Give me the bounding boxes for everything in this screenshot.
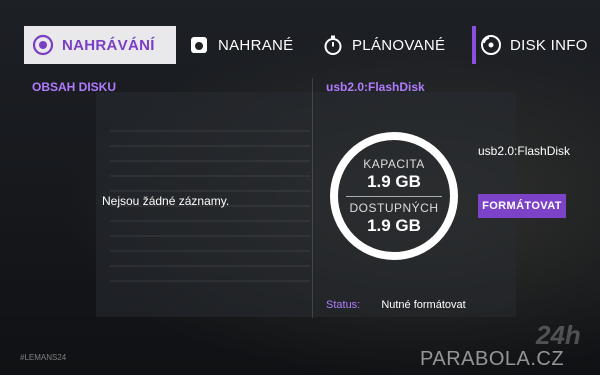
tab-disk-info-label: DISK INFO	[510, 36, 588, 54]
disk-icon	[480, 34, 502, 56]
status-label: Status:	[326, 299, 361, 311]
status-row: Status: Nutné formátovat	[326, 299, 466, 311]
le-mans-logo: 24h	[536, 320, 581, 350]
broadcast-hashtag: #LEMANS24	[20, 353, 67, 362]
stopwatch-icon	[322, 34, 344, 56]
capacity-value: 1.9 GB	[367, 171, 421, 191]
tab-scheduled[interactable]: PLÁNOVANÉ	[322, 26, 462, 64]
format-button[interactable]: FORMÁTOVAT	[478, 194, 566, 218]
tab-recorded-label: NAHRANÉ	[218, 36, 294, 54]
disk-name: usb2.0:FlashDisk	[478, 144, 571, 158]
disk-device-title: usb2.0:FlashDisk	[326, 80, 425, 94]
panel-divider	[312, 78, 313, 318]
tab-divider	[472, 26, 476, 64]
tab-bar: NAHRÁVÁNÍ NAHRANÉ PLÁNOVANÉ DISK INFO	[24, 26, 587, 64]
tab-scheduled-label: PLÁNOVANÉ	[352, 36, 446, 54]
record-icon	[32, 34, 54, 56]
capacity-label: KAPACITA	[363, 156, 425, 171]
tab-recording-label: NAHRÁVÁNÍ	[62, 36, 155, 54]
tab-disk-info[interactable]: DISK INFO	[480, 26, 590, 64]
background-classification-lines	[110, 130, 310, 290]
available-label: DOSTUPNÝCH	[349, 200, 439, 215]
recorded-icon	[188, 34, 210, 56]
tab-recording[interactable]: NAHRÁVÁNÍ	[24, 26, 176, 64]
watermark: PARABOLA.CZ	[420, 348, 565, 370]
empty-recordings-message: Nejsou žádné záznamy.	[102, 194, 230, 208]
tab-recorded[interactable]: NAHRANÉ	[188, 26, 308, 64]
available-value: 1.9 GB	[367, 215, 421, 235]
ring-separator	[346, 195, 442, 197]
capacity-ring: KAPACITA 1.9 GB DOSTUPNÝCH 1.9 GB	[330, 132, 458, 260]
status-value: Nutné formátovat	[381, 299, 466, 311]
disk-content-title: OBSAH DISKU	[32, 80, 117, 94]
